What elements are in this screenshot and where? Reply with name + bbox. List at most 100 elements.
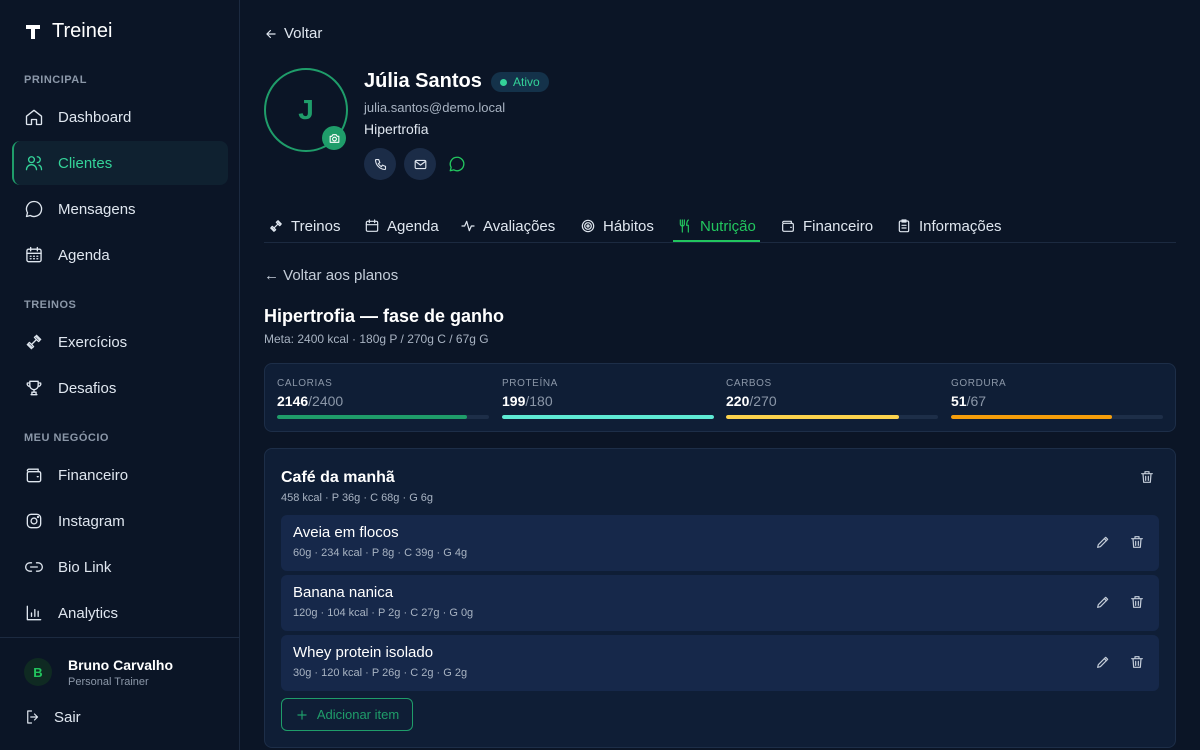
macro-summary: CALORIAS 2146/2400 PROTEÍNA 199/180 CARB…	[264, 363, 1176, 432]
sidebar-item-clientes[interactable]: Clientes	[12, 141, 228, 185]
trophy-icon	[26, 380, 42, 396]
list-item: Banana nanica 120g · 104 kcal · P 2g · C…	[281, 575, 1159, 631]
sidebar-item-exercicios[interactable]: Exercícios	[12, 320, 228, 364]
calendar-icon	[365, 219, 379, 232]
sidebar-item-label: Exercícios	[58, 333, 128, 351]
client-initial: J	[298, 94, 314, 125]
meal-title: Café da manhã	[281, 469, 395, 486]
sidebar-item-agenda[interactable]: Agenda	[12, 233, 228, 277]
sidebar-item-analytics[interactable]: Analytics	[12, 591, 228, 635]
macro-label: CARBOS	[726, 378, 772, 389]
trash-icon	[1141, 471, 1153, 483]
progress-fill	[726, 415, 899, 419]
call-button[interactable]	[364, 148, 396, 180]
trash-icon	[1131, 596, 1143, 608]
section-label-treinos: TREINOS	[24, 299, 77, 311]
food-name: Whey protein isolado	[293, 644, 434, 661]
macro-value: 199/180	[502, 393, 714, 409]
sidebar-item-instagram[interactable]: Instagram	[12, 499, 228, 543]
tab-nutricao[interactable]: Nutrição	[677, 210, 756, 242]
logout-icon	[27, 710, 39, 724]
back-to-plans-link[interactable]: ← Voltar aos planos	[264, 267, 398, 284]
edit-item-button[interactable]	[1095, 654, 1111, 675]
sidebar-item-label: Analytics	[58, 604, 119, 622]
logout-label: Sair	[54, 708, 81, 726]
section-label-meu-negocio: MEU NEGÓCIO	[24, 432, 109, 444]
macro-current: 51	[951, 393, 967, 409]
status-dot	[500, 78, 507, 86]
progress-bar	[277, 415, 489, 419]
sidebar-item-label: Dashboard	[58, 108, 132, 126]
add-item-button[interactable]: Adicionar item	[281, 698, 413, 731]
tab-label: Treinos	[291, 217, 341, 235]
users-icon	[25, 156, 43, 171]
client-tabs: Treinos Agenda Avaliações Hábitos Nutriç…	[264, 200, 1176, 243]
macro-proteina: PROTEÍNA 199/180	[502, 378, 714, 419]
macro-current: 199	[502, 393, 526, 409]
avatar[interactable]: B	[24, 658, 52, 686]
logout-button[interactable]: Sair	[24, 708, 81, 726]
edit-item-button[interactable]	[1095, 594, 1111, 615]
sidebar-item-label: Financeiro	[58, 466, 129, 484]
tab-agenda[interactable]: Agenda	[364, 210, 439, 242]
brand[interactable]: Treinei	[24, 20, 112, 43]
section-label-principal: PRINCIPAL	[24, 74, 87, 86]
sidebar-item-financeiro[interactable]: Financeiro	[12, 453, 228, 497]
activity-icon	[461, 220, 475, 232]
food-meta: 120g · 104 kcal · P 2g · C 27g · G 0g	[293, 607, 474, 619]
progress-bar	[951, 415, 1163, 419]
macro-current: 2146	[277, 393, 309, 409]
pencil-icon	[1097, 596, 1109, 608]
client-name: Júlia Santos	[364, 70, 482, 92]
change-photo-button[interactable]	[322, 126, 346, 150]
tab-label: Financeiro	[803, 217, 874, 235]
delete-item-button[interactable]	[1129, 654, 1145, 675]
sidebar: Treinei PRINCIPAL Dashboard Clientes Men…	[0, 0, 240, 750]
edit-item-button[interactable]	[1095, 534, 1111, 555]
main-content: Voltar J Júlia Santos Ativo julia.santos…	[240, 0, 1200, 750]
macro-current: 220	[726, 393, 750, 409]
trash-icon	[1131, 536, 1143, 548]
whatsapp-icon	[449, 156, 465, 172]
sidebar-item-label: Instagram	[58, 512, 125, 530]
whatsapp-button[interactable]	[448, 155, 466, 178]
macro-target: /67	[966, 393, 987, 409]
tab-financeiro[interactable]: Financeiro	[780, 210, 873, 242]
plan-title: Hipertrofia — fase de ganho	[264, 306, 505, 326]
email-button[interactable]	[404, 148, 436, 180]
add-item-label: Adicionar item	[316, 707, 400, 722]
mail-icon	[414, 159, 426, 169]
tab-label: Avaliações	[483, 217, 556, 235]
status-label: Ativo	[513, 75, 540, 89]
camera-icon	[329, 133, 339, 143]
delete-meal-button[interactable]	[1139, 469, 1155, 490]
sidebar-item-desafios[interactable]: Desafios	[12, 366, 228, 410]
macro-carbos: CARBOS 220/270	[726, 378, 938, 419]
plus-icon	[297, 709, 307, 720]
macro-target: /270	[749, 393, 777, 409]
tab-informacoes[interactable]: Informações	[896, 210, 1002, 242]
progress-fill	[502, 415, 714, 419]
tab-avaliacoes[interactable]: Avaliações	[460, 210, 555, 242]
tab-treinos[interactable]: Treinos	[268, 210, 340, 242]
tab-habitos[interactable]: Hábitos	[580, 210, 654, 242]
macro-value: 51/67	[951, 393, 1163, 409]
delete-item-button[interactable]	[1129, 594, 1145, 615]
macro-calorias: CALORIAS 2146/2400	[277, 378, 489, 419]
sidebar-item-mensagens[interactable]: Mensagens	[12, 187, 228, 231]
sidebar-item-dashboard[interactable]: Dashboard	[12, 95, 228, 139]
sidebar-item-bio-link[interactable]: Bio Link	[12, 545, 228, 589]
list-item: Whey protein isolado 30g · 120 kcal · P …	[281, 635, 1159, 691]
progress-fill	[277, 415, 467, 419]
wallet-icon	[782, 220, 794, 232]
dumbbell-icon	[26, 334, 42, 350]
back-button[interactable]: Voltar	[264, 25, 322, 42]
clipboard-icon	[898, 219, 910, 233]
active-tab-indicator	[673, 240, 760, 242]
food-meta: 30g · 120 kcal · P 26g · C 2g · G 2g	[293, 667, 468, 679]
food-meta: 60g · 234 kcal · P 8g · C 39g · G 4g	[293, 547, 468, 559]
instagram-icon	[26, 513, 42, 529]
sidebar-item-label: Mensagens	[58, 200, 136, 218]
delete-item-button[interactable]	[1129, 534, 1145, 555]
list-item: Aveia em flocos 60g · 234 kcal · P 8g · …	[281, 515, 1159, 571]
